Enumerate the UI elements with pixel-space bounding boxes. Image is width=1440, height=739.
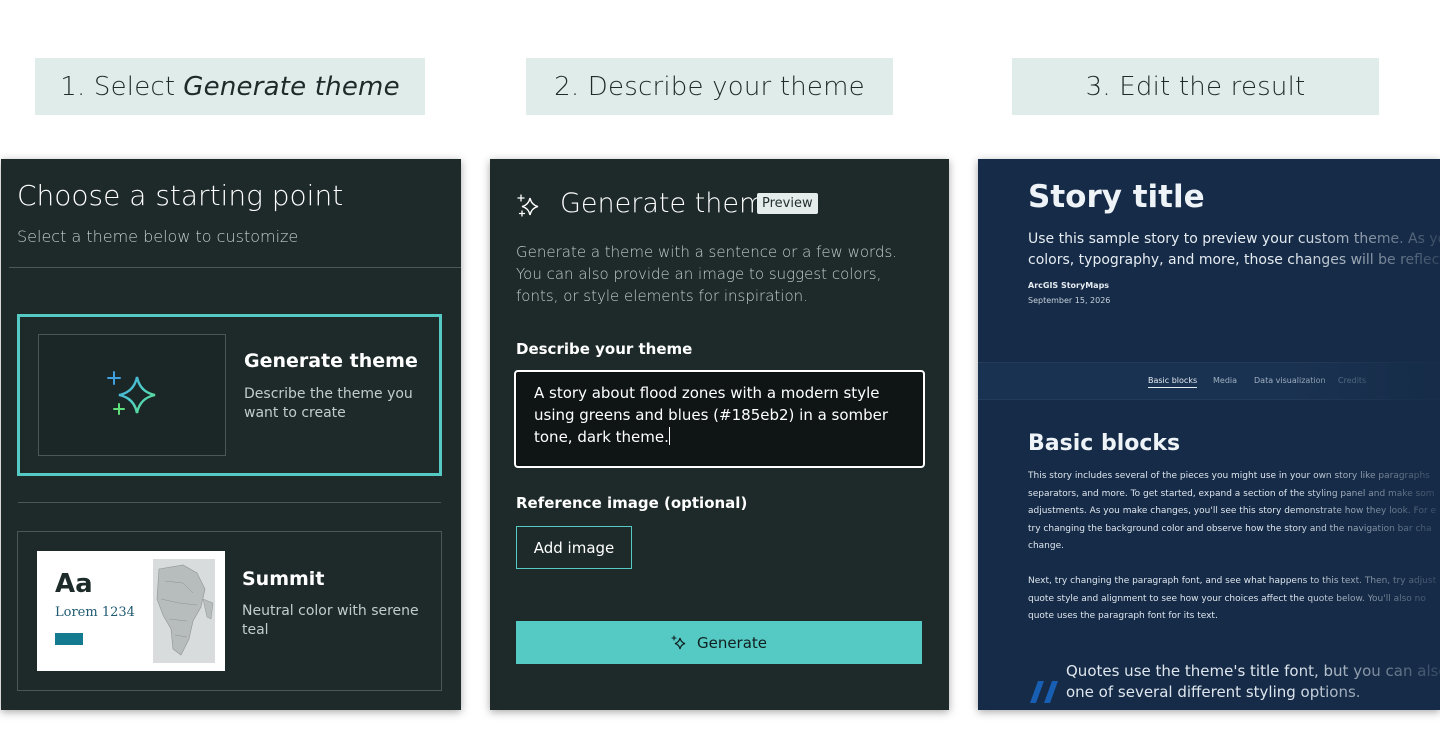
tab-media[interactable]: Media	[1213, 376, 1237, 385]
sparkle-icon	[671, 634, 686, 649]
tab-basic-blocks[interactable]: Basic blocks	[1148, 376, 1198, 388]
theme-description-value: A story about flood zones with a modern …	[534, 384, 889, 446]
step-2-label: 2. Describe your theme	[526, 58, 893, 115]
sparkle-icon	[107, 371, 156, 415]
tab-credits[interactable]: Credits	[1338, 376, 1366, 385]
step-1-text: 1. Select	[60, 71, 176, 102]
story-preview-panel: Story title Use this sample story to pre…	[978, 159, 1440, 710]
starting-point-panel: Choose a starting point Select a theme b…	[1, 159, 461, 710]
intro-text: Generate a theme with a sentence or a fe…	[516, 243, 898, 305]
theme-description-input[interactable]: A story about flood zones with a modern …	[514, 370, 925, 468]
quote-text: Quotes use the theme's title font, but y…	[1066, 662, 1440, 701]
panel-title: Generate theme	[560, 188, 782, 219]
step-3-label: 3. Edit the result	[1012, 58, 1379, 115]
paragraph: This story includes several of the piece…	[1028, 471, 1437, 552]
preview-body-text: Lorem 1234	[55, 605, 135, 620]
story-date: September 15, 2026	[1028, 296, 1111, 305]
add-image-button[interactable]: Add image	[516, 526, 632, 569]
generate-button-label: Generate	[696, 633, 768, 652]
tab-data-visualization[interactable]: Data visualization	[1254, 376, 1326, 385]
sparkle-icon	[517, 194, 539, 217]
section-title: Basic blocks	[1028, 431, 1181, 456]
divider	[9, 267, 461, 268]
generate-theme-thumbnail	[38, 334, 226, 456]
step-1-emphasis: Generate theme	[183, 71, 400, 102]
generate-theme-panel: Generate theme Preview Generate a theme …	[490, 159, 949, 710]
divider	[18, 502, 441, 503]
panel-title: Choose a starting point	[17, 179, 344, 212]
generate-theme-card[interactable]: Generate theme Describe the theme you wa…	[17, 314, 442, 476]
card-description: Describe the theme you want to create	[244, 386, 413, 421]
card-name: Generate theme	[244, 350, 418, 372]
card-name: Summit	[242, 568, 325, 590]
describe-theme-label: Describe your theme	[516, 340, 693, 358]
story-subtitle: Use this sample story to preview your cu…	[1028, 231, 1440, 268]
story-title: Story title	[1028, 179, 1205, 215]
story-navigation-bar: Basic blocks Media Data visualization Cr…	[978, 362, 1440, 400]
quote-mark-icon	[1030, 681, 1058, 703]
paragraph: Next, try changing the paragraph font, a…	[1028, 576, 1437, 622]
card-description: Neutral color with serene teal	[242, 603, 419, 638]
story-brand: ArcGIS StoryMaps	[1028, 281, 1110, 290]
summit-theme-thumbnail: Aa Lorem 1234	[37, 551, 225, 671]
generate-button[interactable]: Generate	[516, 621, 922, 664]
panel-subtitle: Select a theme below to customize	[17, 227, 299, 246]
text-caret	[668, 427, 670, 445]
map-thumbnail-icon	[153, 559, 215, 663]
step-1-label: 1. Select Generate theme	[35, 58, 425, 115]
summit-theme-card[interactable]: Aa Lorem 1234 Summit Neutral color with …	[17, 531, 442, 691]
preview-badge: Preview	[757, 193, 818, 214]
preview-color-swatch	[55, 633, 83, 645]
reference-image-label: Reference image (optional)	[516, 494, 748, 512]
preview-typography: Aa	[55, 569, 93, 599]
